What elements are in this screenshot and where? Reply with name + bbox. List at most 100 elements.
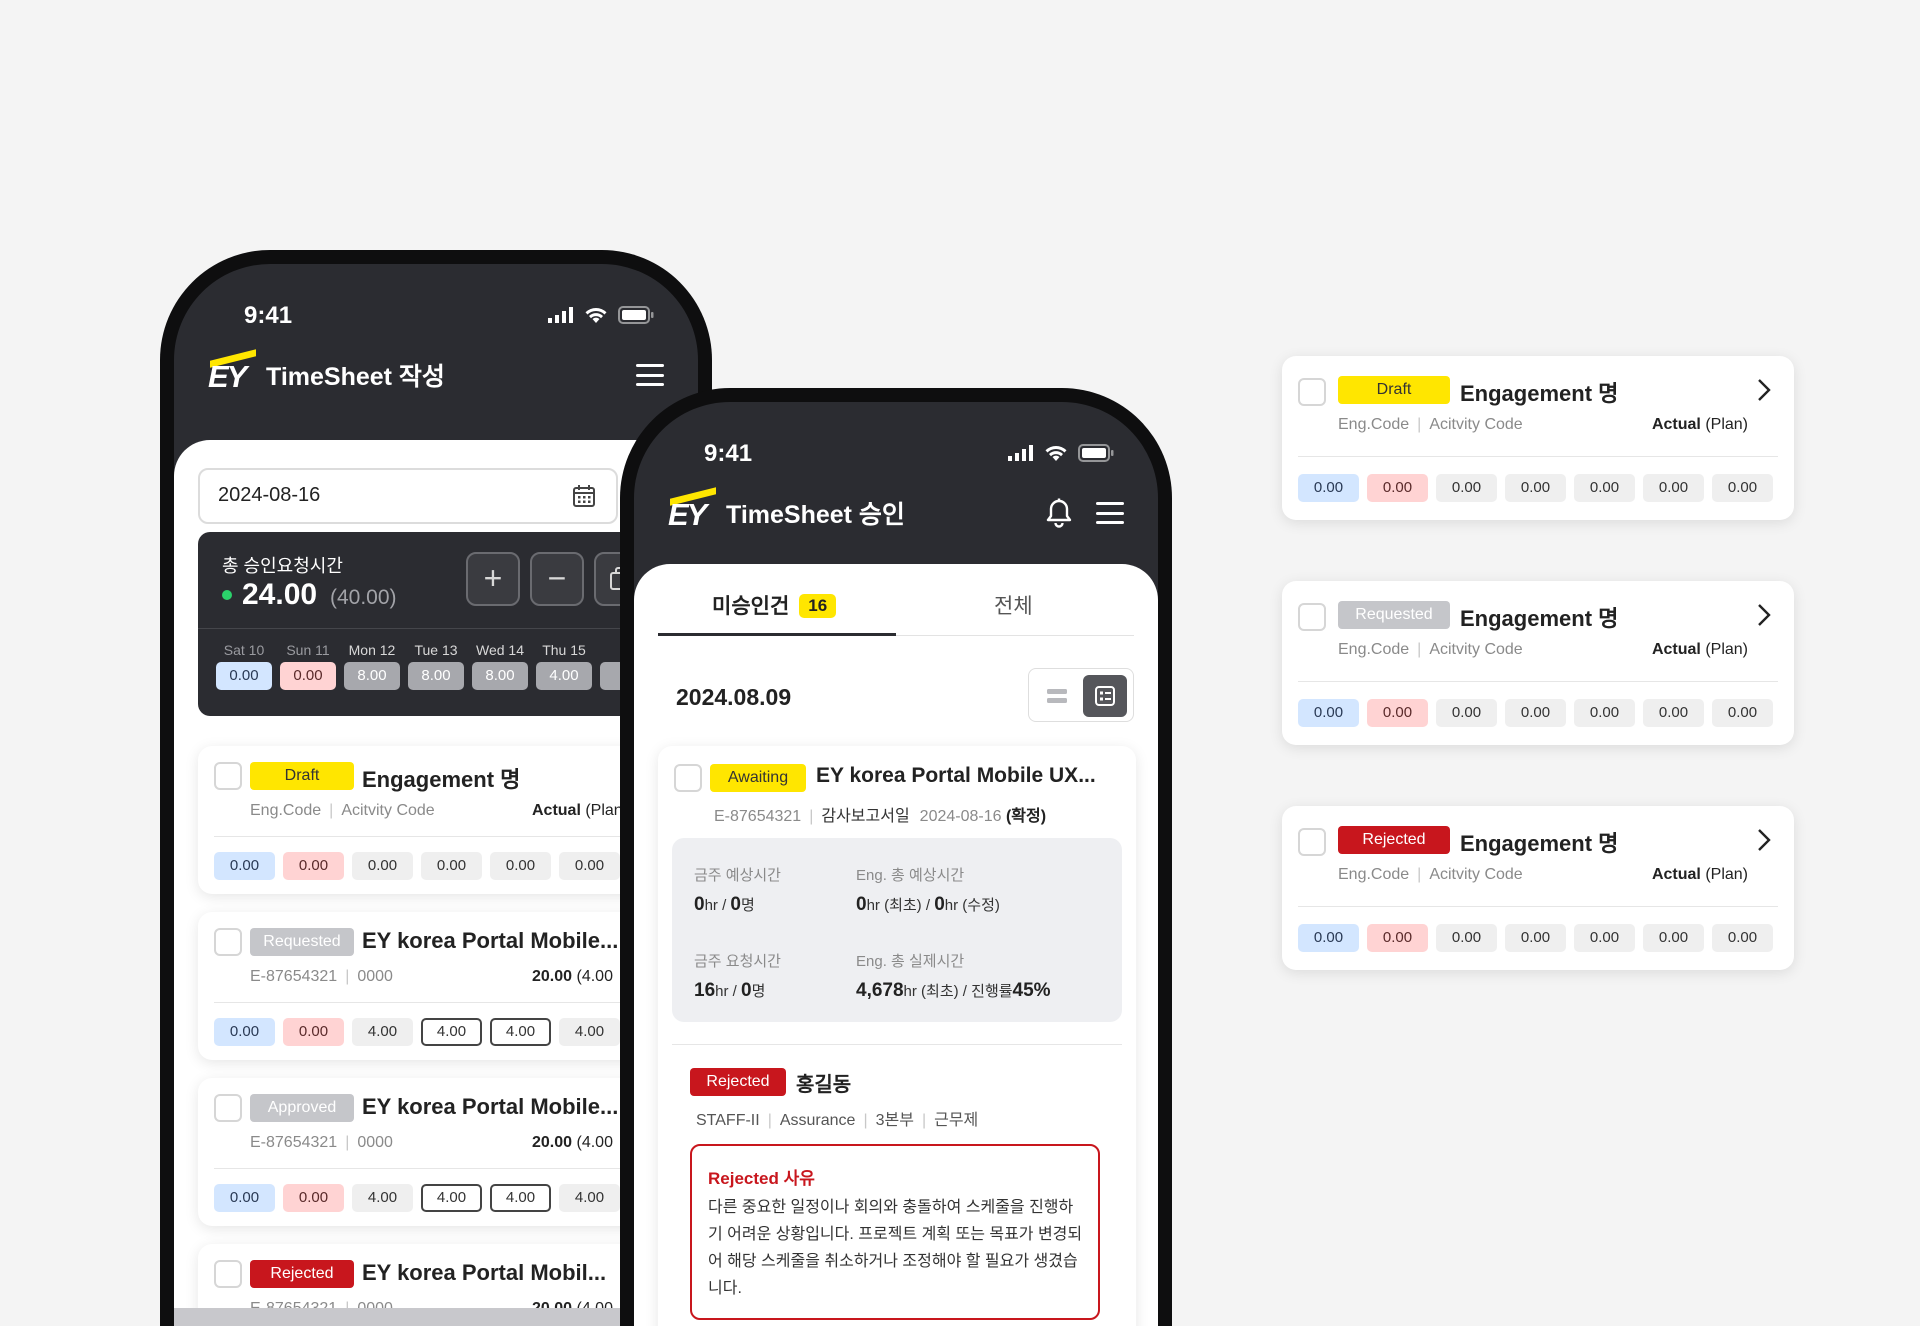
menu-icon[interactable] bbox=[1096, 502, 1124, 524]
approval-card[interactable]: Awaiting EY korea Portal Mobile UX... E-… bbox=[658, 746, 1136, 1326]
card-hours: 20.00 (4.00 bbox=[532, 968, 613, 985]
chevron-right-icon[interactable] bbox=[1756, 828, 1772, 852]
phone-timesheet-approve: 9:41 EY TimeSheet 승인 미승인건 16 전체 2024.08.0… bbox=[620, 388, 1172, 1326]
select-checkbox[interactable] bbox=[674, 764, 702, 792]
tab-all[interactable]: 전체 bbox=[994, 590, 1033, 620]
hour-chip[interactable]: 0.00 bbox=[1574, 924, 1635, 952]
hour-chip[interactable]: 0.00 bbox=[1436, 699, 1497, 727]
view-toggle[interactable] bbox=[1028, 668, 1134, 722]
hour-chip[interactable]: 4.00 bbox=[559, 1184, 620, 1212]
hour-chip[interactable]: 0.00 bbox=[214, 852, 275, 880]
hour-chip[interactable]: 0.00 bbox=[1574, 699, 1635, 727]
list-view-icon[interactable] bbox=[1041, 680, 1073, 712]
weekday-hours-chip[interactable]: 8.00 bbox=[472, 662, 528, 690]
select-checkbox[interactable] bbox=[214, 1260, 242, 1288]
hour-chip[interactable]: 0.00 bbox=[559, 852, 620, 880]
hour-chip[interactable]: 0.00 bbox=[214, 1184, 275, 1212]
hour-chip[interactable]: 0.00 bbox=[1436, 924, 1497, 952]
hour-chip[interactable]: 0.00 bbox=[1298, 474, 1359, 502]
hour-chip[interactable]: 0.00 bbox=[1643, 924, 1704, 952]
card-day-values: 0.00 0.00 0.00 0.00 0.00 0.00 0.00 bbox=[1298, 699, 1773, 727]
card-hours: Actual (Plan) bbox=[1651, 641, 1748, 658]
card-divider bbox=[1298, 681, 1778, 682]
timesheet-card-rejected[interactable]: Rejected Engagement 명 Eng.Code | Acitvity … bbox=[1282, 806, 1794, 970]
hour-chip[interactable]: 0.00 bbox=[283, 1184, 344, 1212]
select-checkbox[interactable] bbox=[214, 928, 242, 956]
hour-chip[interactable]: 0.00 bbox=[421, 852, 482, 880]
summary-total: 24.00 bbox=[242, 578, 318, 611]
rejected-reason-text: 다른 중요한 일정이나 회의와 충돌하여 스케줄을 진행하기 어려운 상황입니다… bbox=[708, 1199, 1083, 1297]
hour-chip[interactable]: 0.00 bbox=[1643, 699, 1704, 727]
date-value: 2024-08-16 bbox=[218, 484, 321, 506]
weekday-label: Sun 11 bbox=[286, 642, 330, 658]
hour-chip[interactable]: 0.00 bbox=[1712, 699, 1773, 727]
chevron-right-icon[interactable] bbox=[1756, 603, 1772, 627]
card-title: EY korea Portal Mobile... bbox=[362, 1094, 619, 1119]
weekday-label: Sat 10 bbox=[223, 642, 265, 658]
hour-chip[interactable]: 0.00 bbox=[1643, 474, 1704, 502]
select-checkbox[interactable] bbox=[1298, 603, 1326, 631]
weekday-column: Mon 12 8.00 bbox=[340, 642, 404, 690]
hour-chip[interactable]: 0.00 bbox=[283, 1018, 344, 1046]
hour-chip[interactable]: 0.00 bbox=[1367, 699, 1428, 727]
hour-chip[interactable]: 0.00 bbox=[1367, 924, 1428, 952]
weekday-hours-chip[interactable]: 8.00 bbox=[408, 662, 464, 690]
menu-icon[interactable] bbox=[636, 364, 664, 386]
hour-chip[interactable]: 0.00 bbox=[1436, 474, 1497, 502]
chevron-right-icon[interactable] bbox=[1756, 378, 1772, 402]
hour-chip[interactable]: 0.00 bbox=[1367, 474, 1428, 502]
weekday-label: Tue 13 bbox=[414, 642, 458, 658]
summary-divider bbox=[198, 628, 658, 629]
hours-info-box: 금주 예상시간 0hr / 0명 Eng. 총 예상시간 0hr (최초) / … bbox=[672, 838, 1122, 1022]
hour-chip[interactable]: 0.00 bbox=[1712, 474, 1773, 502]
add-button[interactable]: + bbox=[466, 552, 520, 606]
hour-chip[interactable]: 4.00 bbox=[421, 1018, 482, 1046]
weekday-hours-chip[interactable]: 0.00 bbox=[280, 662, 336, 690]
tab-pending[interactable]: 미승인건 16 bbox=[712, 590, 837, 620]
card-title: Engagement 명 bbox=[1460, 606, 1619, 631]
remove-button[interactable]: − bbox=[530, 552, 584, 606]
hour-chip[interactable]: 4.00 bbox=[352, 1184, 413, 1212]
select-checkbox[interactable] bbox=[1298, 378, 1326, 406]
hour-chip[interactable]: 0.00 bbox=[1712, 924, 1773, 952]
battery-icon bbox=[1078, 444, 1114, 462]
eng-plan-value: 0hr (최초) / 0hr (수정) bbox=[856, 894, 1000, 915]
hour-chip[interactable]: 0.00 bbox=[1298, 924, 1359, 952]
select-checkbox[interactable] bbox=[1298, 828, 1326, 856]
hour-chip[interactable]: 0.00 bbox=[283, 852, 344, 880]
hour-chip[interactable]: 4.00 bbox=[490, 1184, 551, 1212]
hour-chip[interactable]: 4.00 bbox=[421, 1184, 482, 1212]
page-title: TimeSheet 승인 bbox=[726, 501, 905, 529]
hour-chip[interactable]: 0.00 bbox=[214, 1018, 275, 1046]
card-view-icon[interactable] bbox=[1083, 675, 1127, 717]
date-picker-field[interactable]: 2024-08-16 bbox=[198, 468, 618, 524]
card-title: EY korea Portal Mobil... bbox=[362, 1260, 607, 1285]
hour-chip[interactable]: 4.00 bbox=[352, 1018, 413, 1046]
hour-chip[interactable]: 0.00 bbox=[1505, 924, 1566, 952]
hour-chip[interactable]: 0.00 bbox=[1574, 474, 1635, 502]
card-hours: Actual (Plan bbox=[532, 802, 623, 819]
hour-chip[interactable]: 0.00 bbox=[352, 852, 413, 880]
hour-chip[interactable]: 4.00 bbox=[559, 1018, 620, 1046]
bell-icon[interactable] bbox=[1046, 498, 1072, 528]
app-header: EY TimeSheet 승인 bbox=[668, 487, 1124, 538]
hour-chip[interactable]: 0.00 bbox=[1505, 474, 1566, 502]
calendar-icon[interactable] bbox=[572, 484, 596, 508]
weekday-hours-chip[interactable]: 0.00 bbox=[216, 662, 272, 690]
hour-chip[interactable]: 0.00 bbox=[490, 852, 551, 880]
weekday-hours-chip[interactable]: 4.00 bbox=[536, 662, 592, 690]
card-day-values: 0.00 0.00 4.00 4.00 4.00 4.00 4 bbox=[214, 1018, 689, 1046]
weekday-hours-chip[interactable]: 8.00 bbox=[344, 662, 400, 690]
timesheet-card-requested[interactable]: Requested Engagement 명 Eng.Code | Acitvity… bbox=[1282, 581, 1794, 745]
week-request-value: 16hr / 0명 bbox=[694, 980, 766, 1001]
person-status-badge: Rejected bbox=[690, 1068, 786, 1096]
select-checkbox[interactable] bbox=[214, 1094, 242, 1122]
card-divider bbox=[672, 1044, 1122, 1045]
weekday-column: Sat 10 0.00 bbox=[212, 642, 276, 690]
hour-chip[interactable]: 0.00 bbox=[1505, 699, 1566, 727]
select-checkbox[interactable] bbox=[214, 762, 242, 790]
card-hours: Actual (Plan) bbox=[1651, 416, 1748, 433]
hour-chip[interactable]: 4.00 bbox=[490, 1018, 551, 1046]
timesheet-card-draft[interactable]: Draft Engagement 명 Eng.Code | Acitvity Cod… bbox=[1282, 356, 1794, 520]
hour-chip[interactable]: 0.00 bbox=[1298, 699, 1359, 727]
